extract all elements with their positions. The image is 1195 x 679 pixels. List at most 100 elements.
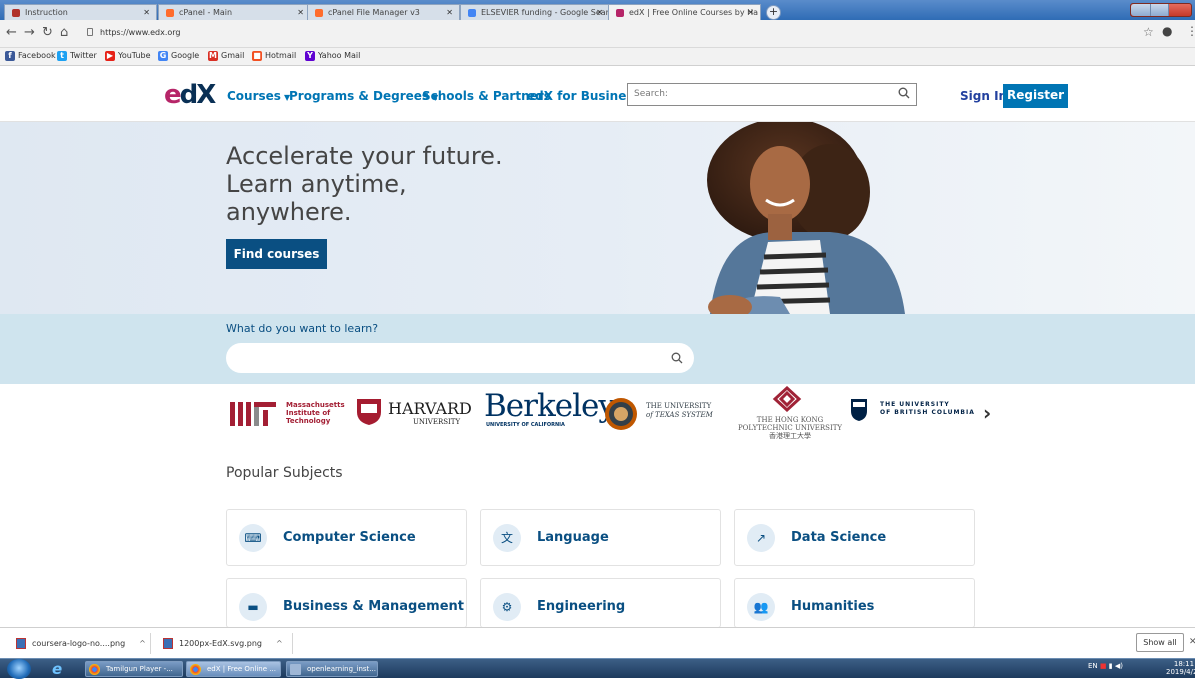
logo-ubc[interactable]: THE UNIVERSITY OF BRITISH COLUMBIA bbox=[850, 398, 974, 426]
tab-instruction[interactable]: Instruction ✕ bbox=[4, 4, 157, 21]
subject-label: Engineering bbox=[537, 599, 626, 614]
texas-seal-icon bbox=[605, 398, 637, 430]
university-logos: Massachusetts Institute of Technology HARV… bbox=[0, 384, 1195, 448]
close-icon[interactable]: ✕ bbox=[1189, 637, 1195, 647]
carousel-next-chevron-icon[interactable]: › bbox=[983, 401, 991, 425]
bookmark-hotmail[interactable]: ■ Hotmail bbox=[252, 51, 296, 61]
nav-programs-label: Programs & Degrees bbox=[289, 89, 430, 103]
tab-google-search[interactable]: ELSEVIER funding - Google Searc ✕ bbox=[460, 4, 610, 21]
tab-close-icon[interactable]: ✕ bbox=[143, 8, 150, 17]
taskbar-label: openlearning_inst... bbox=[307, 665, 376, 673]
taskbar-item-edx[interactable]: edX | Free Online ... bbox=[186, 661, 281, 677]
subject-card-business[interactable]: ▬ Business & Management bbox=[226, 578, 467, 628]
facebook-icon: f bbox=[5, 51, 15, 61]
harvard-wordmark: HARVARD bbox=[388, 399, 472, 418]
download-item[interactable]: coursera-logo-no....png ^ bbox=[16, 638, 146, 649]
download-item[interactable]: 1200px-EdX.svg.png ^ bbox=[163, 638, 283, 649]
language-indicator[interactable]: EN bbox=[1088, 662, 1098, 670]
subject-card-computer-science[interactable]: ⌨ Computer Science bbox=[226, 509, 467, 566]
chevron-up-icon[interactable]: ^ bbox=[276, 639, 283, 648]
subject-label: Data Science bbox=[791, 530, 887, 545]
clock[interactable]: 18:112019/4/28 bbox=[1166, 660, 1195, 676]
polyu-line-3: 香港理工大學 bbox=[769, 432, 811, 440]
course-search-band: What do you want to learn? bbox=[0, 314, 1195, 384]
edx-favicon-icon bbox=[616, 9, 624, 17]
subject-card-data-science[interactable]: ↗ Data Science bbox=[734, 509, 975, 566]
edx-logo[interactable]: edX bbox=[164, 82, 216, 108]
gears-icon: ⚙ bbox=[493, 593, 521, 621]
find-courses-button[interactable]: Find courses bbox=[226, 239, 327, 269]
taskbar-item-openlearning[interactable]: openlearning_inst... bbox=[286, 661, 378, 677]
bookmark-google[interactable]: G Google bbox=[158, 51, 199, 61]
clock-date: 2019/4/28 bbox=[1166, 668, 1195, 676]
header-search-input[interactable]: Search: bbox=[627, 83, 917, 106]
subject-card-language[interactable]: 文 Language bbox=[480, 509, 721, 566]
network-icon[interactable]: ▮ bbox=[1109, 662, 1113, 670]
bookmark-youtube[interactable]: ▶ YouTube bbox=[105, 51, 151, 61]
nav-business[interactable]: edX for Business bbox=[527, 89, 641, 103]
subject-card-engineering[interactable]: ⚙ Engineering bbox=[480, 578, 721, 628]
bookmark-gmail[interactable]: M Gmail bbox=[208, 51, 245, 61]
minimize-button[interactable] bbox=[1131, 4, 1151, 16]
hero-title: Accelerate your future. Learn anytime, a… bbox=[226, 142, 503, 226]
bookmark-facebook[interactable]: f Facebook bbox=[5, 51, 56, 61]
cpanel-favicon-icon bbox=[166, 9, 174, 17]
google-icon: G bbox=[158, 51, 168, 61]
tab-close-icon[interactable]: ✕ bbox=[747, 8, 754, 17]
new-tab-button[interactable]: + bbox=[766, 5, 781, 20]
tab-close-icon[interactable]: ✕ bbox=[446, 8, 453, 17]
logo-berkeley[interactable]: Berkeley UNIVERSITY OF CALIFORNIA bbox=[484, 388, 616, 428]
volume-icon[interactable]: ◀) bbox=[1115, 662, 1123, 670]
flag-icon[interactable]: ■ bbox=[1100, 662, 1107, 670]
nav-courses[interactable]: Courses ▼ bbox=[227, 89, 290, 103]
menu-kebab-icon[interactable]: ⋮ bbox=[1186, 24, 1195, 38]
popular-subjects-heading: Popular Subjects bbox=[226, 465, 343, 481]
tab-cpanel-file-manager[interactable]: cPanel File Manager v3 ✕ bbox=[307, 4, 460, 21]
bookmark-twitter[interactable]: t Twitter bbox=[57, 51, 97, 61]
tab-label: Instruction bbox=[25, 8, 68, 17]
tab-cpanel-main[interactable]: cPanel - Main ✕ bbox=[158, 4, 311, 21]
download-shelf: coursera-logo-no....png ^ 1200px-EdX.svg.… bbox=[0, 627, 1195, 658]
internet-explorer-icon[interactable]: e bbox=[52, 660, 62, 678]
hero-photo-woman bbox=[707, 122, 905, 314]
taskbar-item-tamilgun[interactable]: Tamilgun Player -... bbox=[85, 661, 183, 677]
maximize-button[interactable] bbox=[1151, 4, 1169, 16]
back-icon[interactable]: ← bbox=[6, 25, 17, 40]
logo-harvard[interactable]: HARVARD UNIVERSITY bbox=[356, 398, 472, 430]
bookmark-yahoo-mail[interactable]: Y Yahoo Mail bbox=[305, 51, 360, 61]
search-placeholder: Search: bbox=[634, 89, 668, 99]
ubc-crest-icon bbox=[851, 399, 867, 421]
tab-edx[interactable]: edX | Free Online Courses by Ha ✕ bbox=[608, 4, 761, 21]
home-icon[interactable]: ⌂ bbox=[60, 25, 68, 40]
show-all-button[interactable]: Show all bbox=[1136, 633, 1184, 652]
forward-icon[interactable]: → bbox=[24, 25, 35, 40]
account-icon[interactable]: ● bbox=[1162, 24, 1172, 38]
bookmark-star-icon[interactable]: ☆ bbox=[1143, 25, 1154, 39]
chevron-up-icon[interactable]: ^ bbox=[139, 639, 146, 648]
subject-card-humanities[interactable]: 👥 Humanities bbox=[734, 578, 975, 628]
logo-texas[interactable]: THE UNIVERSITY of TEXAS SYSTEM bbox=[604, 397, 713, 435]
mit-line-1: Massachusetts bbox=[286, 401, 345, 409]
reload-icon[interactable]: ↻ bbox=[42, 25, 53, 40]
download-filename: coursera-logo-no....png bbox=[32, 639, 126, 648]
browser-tab-strip: Instruction ✕ cPanel - Main ✕ cPanel File … bbox=[0, 0, 1195, 21]
register-button[interactable]: Register bbox=[1003, 84, 1069, 108]
tab-close-icon[interactable]: ✕ bbox=[297, 8, 304, 17]
window-controls bbox=[1130, 3, 1192, 17]
youtube-icon: ▶ bbox=[105, 51, 115, 61]
logo-mit[interactable]: Massachusetts Institute of Technology bbox=[230, 398, 345, 432]
search-prompt: What do you want to learn? bbox=[226, 322, 379, 335]
clock-time: 18:11 bbox=[1173, 660, 1195, 668]
bookmark-label: Gmail bbox=[221, 51, 245, 60]
tab-close-icon[interactable]: ✕ bbox=[596, 8, 603, 17]
hotmail-icon: ■ bbox=[252, 51, 262, 61]
nav-programs[interactable]: Programs & Degrees ▼ bbox=[289, 89, 438, 103]
chrome-icon bbox=[89, 664, 100, 675]
url-field[interactable]: https://www.edx.org bbox=[100, 28, 181, 37]
sign-in-link[interactable]: Sign In bbox=[960, 89, 1007, 103]
search-icon[interactable] bbox=[671, 352, 683, 364]
search-icon[interactable] bbox=[898, 87, 910, 99]
course-search-input[interactable] bbox=[226, 343, 694, 373]
berkeley-wordmark: Berkeley bbox=[484, 388, 616, 424]
start-button[interactable] bbox=[7, 659, 31, 679]
